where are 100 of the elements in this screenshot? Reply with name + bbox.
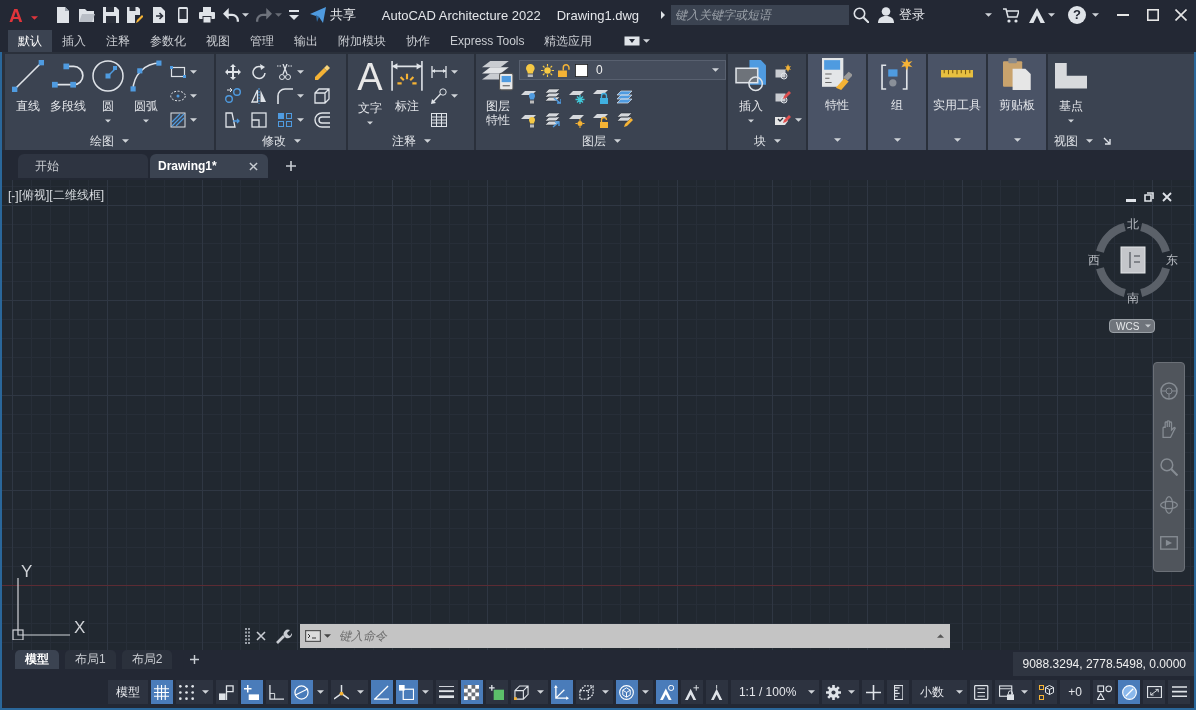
minimize-icon[interactable] — [1126, 198, 1136, 202]
ribbon-tab[interactable]: 附加模块 — [328, 30, 396, 52]
status-toggle[interactable] — [1093, 680, 1115, 704]
status-toggle[interactable] — [1035, 680, 1058, 704]
tool-button[interactable] — [545, 86, 561, 106]
console-icon[interactable] — [305, 630, 321, 642]
status-toggle[interactable] — [330, 680, 353, 704]
caret-icon[interactable] — [324, 634, 331, 638]
tool-button[interactable] — [314, 109, 330, 131]
command-input[interactable]: 键入命令 — [339, 626, 937, 646]
status-toggle[interactable] — [435, 680, 458, 704]
tool-button[interactable]: 图层特性 — [481, 58, 515, 127]
search-icon[interactable] — [853, 7, 869, 23]
status-button[interactable]: +0 — [1060, 680, 1090, 704]
drawing-canvas[interactable]: [-][俯视][二维线框] 北 西 东 南 WCS Y X 键入命令 — [2, 180, 1194, 650]
sign-in-button[interactable]: 登录 — [878, 6, 925, 24]
new-tab-icon[interactable] — [286, 161, 296, 171]
status-toggle[interactable] — [822, 680, 845, 704]
ribbon-tab[interactable]: 管理 — [240, 30, 284, 52]
status-toggle[interactable] — [1118, 680, 1140, 704]
ribbon-tab[interactable]: 协作 — [396, 30, 440, 52]
status-toggle[interactable] — [680, 680, 703, 704]
layout-tab[interactable]: 布局2 — [121, 650, 173, 669]
ribbon-panel-button[interactable]: 组 — [868, 54, 926, 150]
panel-toggle-icon[interactable] — [624, 36, 641, 46]
viewport-control[interactable]: [-] — [8, 187, 19, 204]
restore-icon[interactable] — [1144, 192, 1154, 202]
compass-label[interactable]: 东 — [1166, 253, 1178, 267]
ribbon-tab[interactable]: 视图 — [196, 30, 240, 52]
status-toggle[interactable] — [575, 680, 598, 704]
ribbon-tab[interactable]: Express Tools — [440, 30, 535, 52]
grip-handle-icon[interactable] — [245, 628, 250, 644]
tool-button[interactable] — [314, 85, 330, 107]
tool-button[interactable]: 圆弧 — [128, 58, 164, 123]
status-toggle[interactable] — [240, 680, 263, 704]
ribbon-panel-button[interactable]: 剪贴板 — [988, 54, 1046, 150]
tool-button[interactable] — [617, 110, 633, 130]
status-toggle[interactable] — [995, 680, 1018, 704]
status-toggle[interactable] — [1143, 680, 1165, 704]
compass-label[interactable]: 南 — [1127, 291, 1139, 305]
status-toggle[interactable] — [887, 680, 910, 704]
status-toggle[interactable] — [485, 680, 508, 704]
dropdown-button[interactable] — [844, 680, 860, 704]
status-toggle[interactable] — [460, 680, 483, 704]
help-button[interactable]: ? — [1068, 6, 1086, 24]
search-field[interactable]: 键入关键字或短语 — [671, 5, 849, 25]
tool-button[interactable] — [170, 109, 197, 131]
close-icon[interactable] — [1162, 192, 1172, 202]
tool-button[interactable] — [545, 110, 561, 130]
dropdown-button[interactable] — [804, 680, 820, 704]
caret-icon[interactable] — [1092, 13, 1099, 17]
dialog-launcher-icon[interactable] — [1103, 137, 1111, 145]
panel-title-button[interactable]: 注释 — [391, 132, 431, 150]
tool-button[interactable] — [251, 109, 267, 131]
status-toggle[interactable] — [615, 680, 638, 704]
status-toggle[interactable] — [510, 680, 533, 704]
wrench-icon[interactable] — [276, 628, 292, 644]
close-icon[interactable] — [256, 631, 266, 641]
tool-button[interactable]: 基点 — [1053, 58, 1089, 123]
ribbon-panel-button[interactable]: 实用工具 — [928, 54, 986, 150]
file-tab[interactable]: 开始 — [18, 154, 148, 178]
tool-button[interactable] — [431, 85, 458, 107]
tool-button[interactable] — [225, 109, 241, 131]
cart-icon[interactable] — [1003, 7, 1019, 23]
tool-button[interactable] — [277, 61, 304, 83]
panel-title-button[interactable]: 图层 — [581, 132, 621, 150]
tool-button[interactable] — [225, 61, 241, 83]
status-toggle[interactable] — [175, 680, 198, 704]
status-toggle[interactable] — [290, 680, 313, 704]
status-toggle[interactable] — [215, 680, 238, 704]
ribbon-tab[interactable]: 默认 — [8, 30, 52, 52]
command-field[interactable]: 键入命令 — [300, 624, 950, 648]
tool-button[interactable]: 标注 — [389, 58, 425, 113]
wcs-menu-button[interactable]: WCS — [1109, 319, 1155, 333]
triangle-logo-icon[interactable] — [1029, 7, 1045, 23]
viewport-control[interactable]: [俯视] — [18, 187, 50, 204]
status-toggle[interactable] — [150, 680, 173, 704]
tool-button[interactable]: 圆 — [90, 58, 126, 123]
caret-up-icon[interactable] — [937, 634, 944, 638]
close-icon[interactable] — [249, 161, 258, 171]
ribbon-tab[interactable]: 插入 — [52, 30, 96, 52]
compass-label[interactable]: 西 — [1088, 253, 1100, 267]
tool-button[interactable]: 多段线 — [48, 58, 88, 113]
dropdown-button[interactable] — [1017, 680, 1033, 704]
caret-icon[interactable] — [985, 13, 992, 17]
ribbon-tab[interactable]: 输出 — [284, 30, 328, 52]
status-toggle[interactable] — [265, 680, 288, 704]
viewport-control[interactable]: [二维线框] — [49, 187, 104, 204]
panel-title-button[interactable]: 视图 — [1054, 132, 1093, 150]
layout-tab[interactable]: 模型 — [15, 650, 59, 669]
ribbon-tab[interactable]: 精选应用 — [534, 30, 603, 52]
tool-button[interactable] — [251, 85, 267, 107]
status-toggle[interactable] — [1168, 680, 1190, 704]
panel-title-button[interactable]: 绘图 — [90, 132, 129, 150]
expand-arrow-icon[interactable] — [661, 11, 665, 19]
ribbon-tab[interactable]: 参数化 — [140, 30, 196, 52]
tool-button[interactable]: 插入 — [733, 58, 769, 123]
status-toggle[interactable] — [370, 680, 393, 704]
tool-button[interactable]: A 文字 — [353, 58, 387, 125]
status-button[interactable]: 1:1 / 100% — [730, 680, 805, 704]
